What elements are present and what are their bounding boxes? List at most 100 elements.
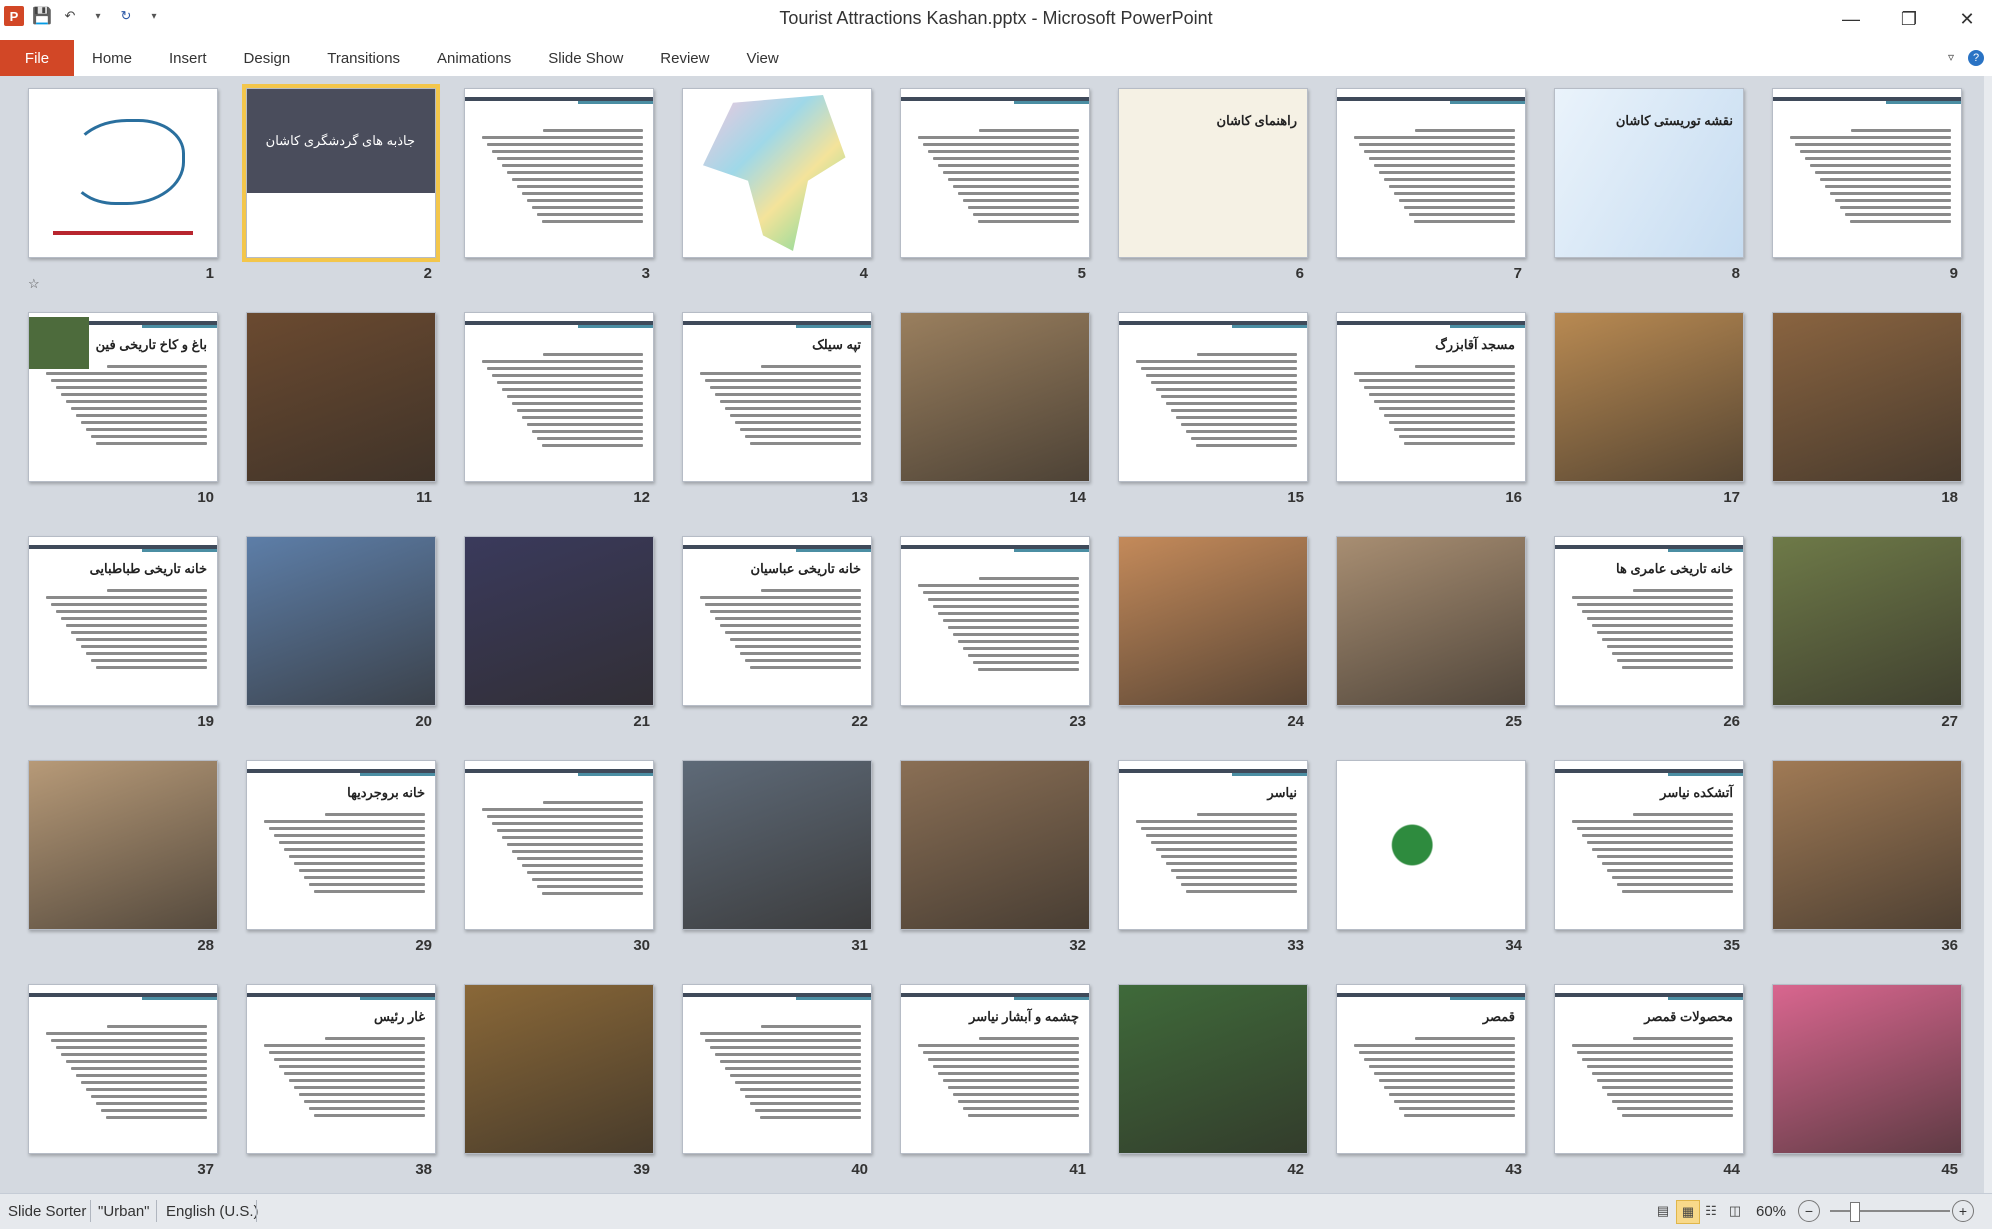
slide-thumbnail[interactable]: خانه بروجردیها (246, 760, 436, 930)
slide-thumbnail[interactable] (682, 760, 872, 930)
slide-thumbnail[interactable]: آتشکده نیاسر (1554, 760, 1744, 930)
header-bars (1773, 97, 1961, 105)
slide-text-block (695, 1025, 861, 1123)
slide-thumbnail[interactable]: جاذبه های گردشگری کاشان (242, 84, 440, 262)
zoom-in-button[interactable]: + (1952, 1200, 1974, 1222)
ribbon-tabs: File Home Insert Design Transitions Anim… (0, 38, 1992, 77)
tab-slide-show[interactable]: Slide Show (530, 38, 642, 76)
text-line (1616, 1107, 1733, 1110)
text-line (704, 603, 861, 606)
restore-button[interactable]: ❐ (1886, 4, 1932, 34)
title-bar: P 💾 ↶ ▾ ↻ ▾ Tourist Attractions Kashan.p… (0, 0, 1992, 38)
language-indicator[interactable]: English (U.S.) (166, 1203, 259, 1220)
slide-number: 5 (1077, 265, 1086, 282)
slide-thumbnail[interactable]: خانه تاریخی طباطبایی (28, 536, 218, 706)
file-tab[interactable]: File (0, 40, 74, 76)
text-line (1363, 386, 1515, 389)
slide-sorter-view-button[interactable]: ▦ (1676, 1200, 1700, 1224)
zoom-level[interactable]: 60% (1756, 1203, 1786, 1220)
header-bars (29, 545, 217, 553)
text-line (1633, 1037, 1733, 1040)
normal-view-button[interactable]: ▤ (1652, 1200, 1674, 1222)
text-line (699, 596, 861, 599)
slide-thumbnail[interactable]: محصولات قمصر (1554, 984, 1744, 1154)
slide-thumbnail[interactable] (900, 88, 1090, 258)
text-line (1383, 414, 1515, 417)
text-line (1353, 372, 1515, 375)
slide-thumbnail[interactable] (464, 88, 654, 258)
zoom-slider-thumb[interactable] (1850, 1202, 1860, 1222)
slide-thumbnail[interactable] (464, 760, 654, 930)
slide-thumbnail[interactable] (464, 312, 654, 482)
tab-home[interactable]: Home (74, 38, 151, 76)
zoom-slider[interactable] (1830, 1210, 1950, 1212)
tab-transitions[interactable]: Transitions (309, 38, 419, 76)
slide-thumbnail[interactable] (900, 760, 1090, 930)
slide-thumbnail[interactable] (246, 536, 436, 706)
tab-view[interactable]: View (728, 38, 797, 76)
slide-thumbnail[interactable] (28, 88, 218, 258)
header-bars (1337, 993, 1525, 1001)
slide-thumbnail[interactable]: راهنمای کاشان (1118, 88, 1308, 258)
tab-review[interactable]: Review (642, 38, 728, 76)
slide-thumbnail[interactable] (900, 312, 1090, 482)
slide-show-view-button[interactable]: ◫ (1724, 1200, 1746, 1222)
slide-thumbnail[interactable] (1118, 984, 1308, 1154)
slide-thumbnail[interactable]: نقشه توریستی کاشان (1554, 88, 1744, 258)
close-button[interactable]: ✕ (1944, 4, 1990, 34)
slide-thumbnail[interactable]: خانه تاریخی عامری ها (1554, 536, 1744, 706)
slide-thumbnail[interactable]: قمصر (1336, 984, 1526, 1154)
text-line (298, 869, 425, 872)
slide-thumbnail[interactable]: باغ و کاخ تاریخی فین (28, 312, 218, 482)
slide-thumbnail[interactable] (464, 536, 654, 706)
text-line (95, 442, 207, 445)
slide-thumbnail[interactable] (28, 760, 218, 930)
help-icon[interactable]: ? (1968, 50, 1984, 66)
slide-thumbnail[interactable] (464, 984, 654, 1154)
vertical-scrollbar[interactable] (1984, 76, 1992, 1193)
slide-thumbnail[interactable]: مسجد آقابزرگ (1336, 312, 1526, 482)
tab-design[interactable]: Design (226, 38, 310, 76)
slide-thumbnail[interactable] (900, 536, 1090, 706)
slide-photo (901, 761, 1089, 929)
text-line (739, 1088, 861, 1091)
slide-thumbnail[interactable] (1118, 536, 1308, 706)
slide-thumbnail[interactable] (1336, 88, 1526, 258)
text-line (536, 213, 643, 216)
slide-thumbnail[interactable] (28, 984, 218, 1154)
slide-thumbnail[interactable] (1772, 984, 1962, 1154)
theme-name[interactable]: "Urban" (98, 1203, 150, 1220)
slide-number: 35 (1723, 937, 1740, 954)
slide-thumbnail[interactable] (1118, 312, 1308, 482)
slide-text-block (1349, 129, 1515, 227)
slide-thumbnail[interactable] (1772, 760, 1962, 930)
slide-thumbnail[interactable] (682, 984, 872, 1154)
slide-thumbnail[interactable] (682, 88, 872, 258)
minimize-button[interactable]: — (1828, 4, 1874, 34)
slide-thumbnail[interactable]: غار رئیس (246, 984, 436, 1154)
text-line (1576, 1051, 1733, 1054)
tab-animations[interactable]: Animations (419, 38, 530, 76)
slide-number: 8 (1731, 265, 1740, 282)
slide-thumbnail[interactable]: نیاسر (1118, 760, 1308, 930)
status-separator (90, 1200, 91, 1222)
text-line (729, 1074, 861, 1077)
slide-thumbnail[interactable] (1554, 312, 1744, 482)
slide-thumbnail[interactable] (1772, 536, 1962, 706)
slide-thumbnail[interactable] (1772, 312, 1962, 482)
slide-thumbnail[interactable]: خانه تاریخی عباسیان (682, 536, 872, 706)
minimize-ribbon-icon[interactable]: ▿ (1948, 50, 1954, 66)
slide-thumbnail[interactable]: چشمه و آبشار نیاسر (900, 984, 1090, 1154)
slide-title: محصولات قمصر (1644, 1009, 1733, 1024)
slide-number: 42 (1287, 1161, 1304, 1178)
slide-thumbnail[interactable] (1772, 88, 1962, 258)
zoom-out-button[interactable]: − (1798, 1200, 1820, 1222)
text-line (1388, 185, 1515, 188)
reading-view-button[interactable]: ☷ (1700, 1200, 1722, 1222)
slide-thumbnail[interactable] (1336, 760, 1526, 930)
tab-insert[interactable]: Insert (151, 38, 226, 76)
slide-thumbnail[interactable]: تپه سیلک (682, 312, 872, 482)
text-line (1616, 883, 1733, 886)
slide-thumbnail[interactable] (1336, 536, 1526, 706)
slide-thumbnail[interactable] (246, 312, 436, 482)
